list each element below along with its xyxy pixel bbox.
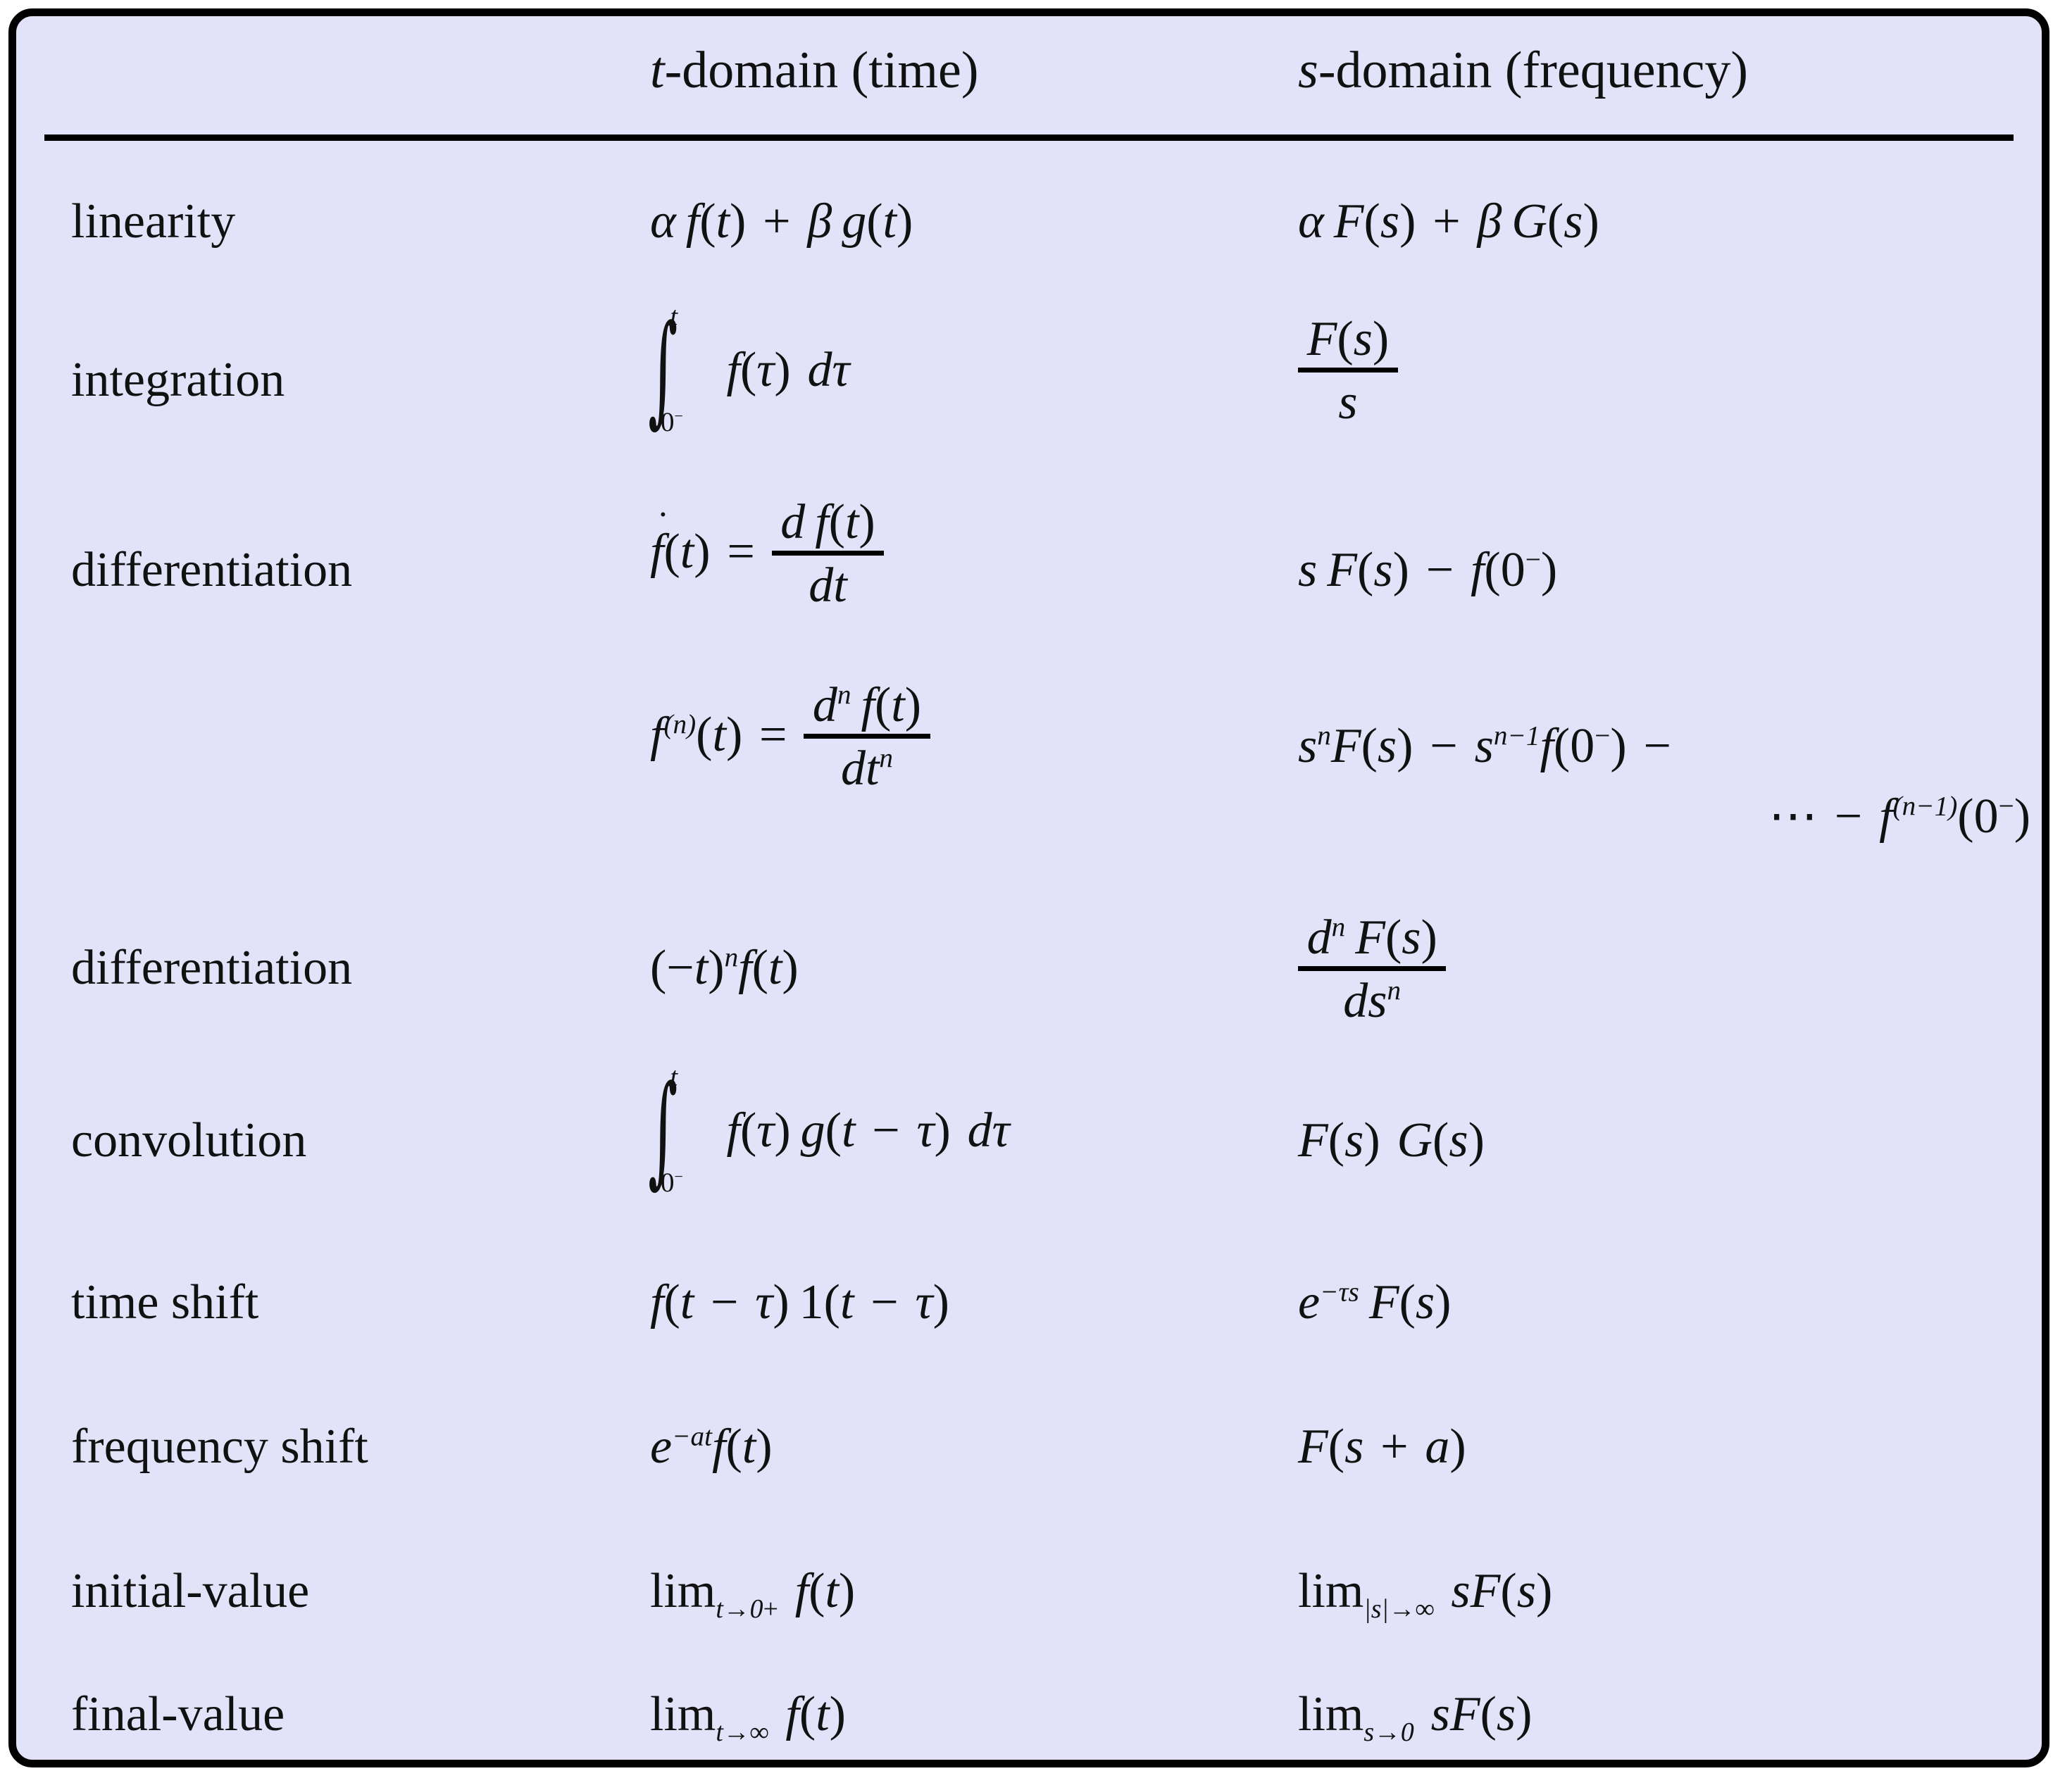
row-label-integration: integration xyxy=(71,353,285,407)
header-t-variable: t xyxy=(650,41,665,99)
row-time-integration: ∫ t 0− f(τ) dτ xyxy=(648,298,850,440)
row-time-convolution: ∫ t 0− f(τ) g(t − τ) dτ xyxy=(648,1058,1010,1201)
fraction-dnF-dsn: dn F(s) dsn xyxy=(1298,911,1447,1027)
row-label-initial-value: initial-value xyxy=(71,1564,310,1618)
freq-nth-line-2: ⋯ − f(n−1)(0−) xyxy=(1768,789,2030,844)
integral-symbol: ∫ t 0− xyxy=(648,298,683,440)
laplace-properties-table: t -domain (time) s -domain (frequency) lin… xyxy=(16,16,2042,1760)
row-time-differentiation-1: f ˙ (t) = d f(t) dt xyxy=(650,496,1270,614)
row-time-time-shift: f(t − τ) 1(t − τ) xyxy=(650,1275,949,1329)
row-time-frequency-shift: e−atf(t) xyxy=(650,1420,773,1474)
fraction-dnf-dtn: dn f(t) dtn xyxy=(804,679,930,795)
column-header-name xyxy=(71,32,649,109)
column-header-s-domain: s -domain (frequency) xyxy=(1298,32,2002,109)
row-freq-initial-value: lim|s|→∞ sF(s) xyxy=(1298,1564,1553,1624)
row-freq-time-shift: e−τs F(s) xyxy=(1298,1275,1452,1329)
fraction-df-dt: d f(t) dt xyxy=(771,496,885,612)
row-freq-final-value: lims→0 sF(s) xyxy=(1298,1687,1533,1747)
row-label-time-shift: time shift xyxy=(71,1275,259,1329)
row-label-frequency-shift: frequency shift xyxy=(71,1420,368,1474)
header-divider-rule xyxy=(44,134,2014,141)
row-time-final-value: limt→∞ f(t) xyxy=(650,1687,846,1747)
header-t-rest: -domain (time) xyxy=(664,41,979,99)
row-freq-differentiation-1: s F(s) − f(0−) xyxy=(1298,543,1558,597)
row-time-differentiation-nth: f(n)(t) = dn f(t) dtn xyxy=(650,679,1270,797)
row-label-differentiation-1: differentiation xyxy=(71,543,353,597)
row-freq-linearity: α F(s) + β G(s) xyxy=(1298,194,1599,249)
header-s-variable: s xyxy=(1298,41,1318,99)
row-freq-differentiation-2: dn F(s) dsn xyxy=(1298,911,2002,1029)
freq-nth-line-1: snF(s) − sn−1f(0−) − xyxy=(1298,719,1671,773)
integral-symbol-convolution: ∫ t 0− xyxy=(648,1058,683,1201)
column-header-t-domain: t -domain (time) xyxy=(650,32,1270,109)
row-label-final-value: final-value xyxy=(71,1687,285,1741)
laplace-properties-panel: t -domain (time) s -domain (frequency) lin… xyxy=(8,8,2049,1767)
header-s-rest: -domain (frequency) xyxy=(1318,41,1749,99)
row-time-linearity: α f(t) + β g(t) xyxy=(650,194,913,249)
row-freq-frequency-shift: F(s + a) xyxy=(1298,1420,1466,1474)
row-freq-integration: F(s) s xyxy=(1298,313,2002,431)
row-label-linearity: linearity xyxy=(71,194,236,249)
row-time-initial-value: limt→0+ f(t) xyxy=(650,1564,856,1624)
row-freq-differentiation-nth: snF(s) − sn−1f(0−) − ⋯ − f(n−1)(0−) xyxy=(1298,720,2030,843)
row-time-differentiation-2: (−t)nf(t) xyxy=(650,941,799,995)
row-label-differentiation-2: differentiation xyxy=(71,941,353,995)
row-label-convolution: convolution xyxy=(71,1113,307,1168)
row-freq-convolution: F(s) G(s) xyxy=(1298,1113,1485,1168)
fraction-F-over-s: F(s) s xyxy=(1298,313,1398,429)
